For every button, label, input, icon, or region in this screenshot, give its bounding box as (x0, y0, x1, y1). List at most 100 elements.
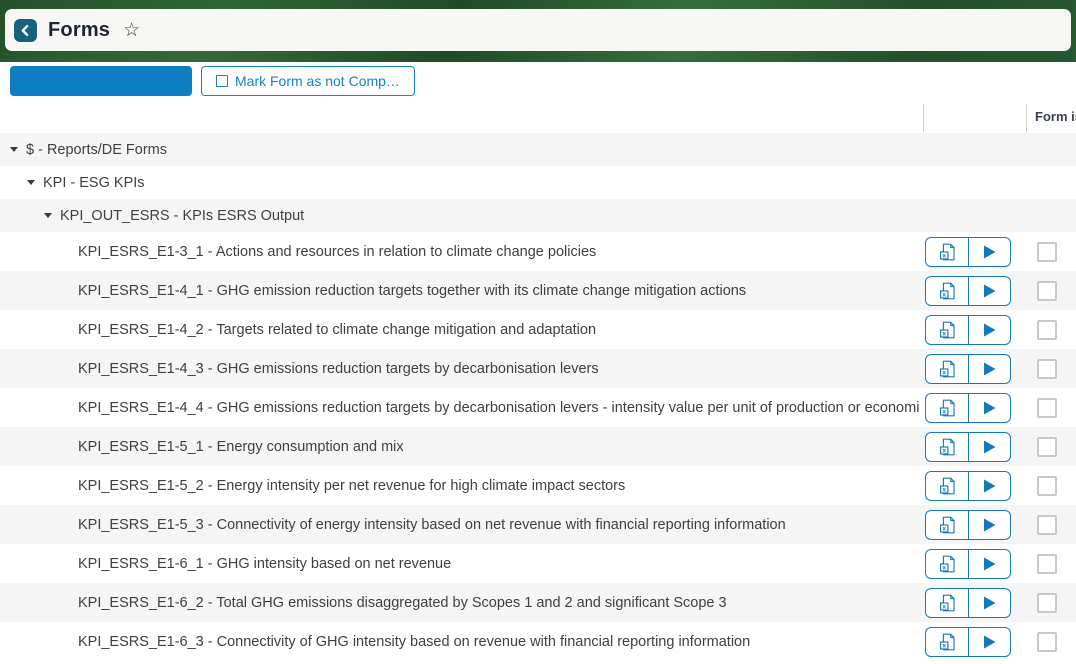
form-row[interactable]: KPI_ESRS_E1-6_1 - GHG intensity based on… (0, 544, 1076, 583)
export-excel-button[interactable]: x (925, 588, 968, 618)
excel-export-icon: x (939, 438, 956, 456)
svg-text:x: x (942, 252, 946, 259)
mark-form-not-complete-label: Mark Form as not Comp… (235, 73, 400, 89)
play-icon (983, 479, 996, 493)
play-icon (983, 284, 996, 298)
form-row[interactable]: KPI_ESRS_E1-5_1 - Energy consumption and… (0, 427, 1076, 466)
form-row[interactable]: KPI_ESRS_E1-6_3 - Connectivity of GHG in… (0, 622, 1076, 661)
tree-group-label: KPI - ESG KPIs (43, 175, 145, 191)
excel-export-icon: x (939, 477, 956, 495)
export-excel-button[interactable]: x (925, 627, 968, 657)
form-label: KPI_ESRS_E1-6_1 - GHG intensity based on… (78, 556, 920, 572)
form-row[interactable]: KPI_ESRS_E1-3_1 - Actions and resources … (0, 232, 1076, 271)
export-excel-button[interactable]: x (925, 237, 968, 267)
form-actions: x (925, 588, 1011, 618)
form-label: KPI_ESRS_E1-4_2 - Targets related to cli… (78, 322, 920, 338)
svg-text:x: x (942, 447, 946, 454)
form-is-complete-checkbox[interactable] (1037, 281, 1057, 301)
export-excel-button[interactable]: x (925, 432, 968, 462)
export-excel-button[interactable]: x (925, 354, 968, 384)
tree-group-row[interactable]: KPI - ESG KPIs (0, 166, 1076, 199)
play-icon (983, 440, 996, 454)
form-row[interactable]: KPI_ESRS_E1-4_2 - Targets related to cli… (0, 310, 1076, 349)
export-excel-button[interactable]: x (925, 549, 968, 579)
run-form-button[interactable] (968, 237, 1011, 267)
form-is-complete-checkbox[interactable] (1037, 515, 1057, 535)
form-label: KPI_ESRS_E1-5_3 - Connectivity of energy… (78, 517, 920, 533)
form-actions: x (925, 432, 1011, 462)
form-label: KPI_ESRS_E1-5_1 - Energy consumption and… (78, 439, 920, 455)
form-is-complete-checkbox[interactable] (1037, 593, 1057, 613)
svg-text:x: x (942, 408, 946, 415)
form-label: KPI_ESRS_E1-4_1 - GHG emission reduction… (78, 283, 920, 299)
form-actions: x (925, 354, 1011, 384)
svg-text:x: x (942, 564, 946, 571)
form-is-complete-checkbox[interactable] (1037, 437, 1057, 457)
form-actions: x (925, 315, 1011, 345)
expand-collapse-triangle-icon[interactable] (44, 213, 52, 218)
run-form-button[interactable] (968, 588, 1011, 618)
form-actions: x (925, 471, 1011, 501)
chevron-left-icon (19, 24, 32, 37)
form-label: KPI_ESRS_E1-4_4 - GHG emissions reductio… (78, 400, 920, 416)
expand-collapse-triangle-icon[interactable] (27, 180, 35, 185)
column-divider (1026, 104, 1027, 132)
form-is-complete-checkbox[interactable] (1037, 359, 1057, 379)
form-row[interactable]: KPI_ESRS_E1-4_4 - GHG emissions reductio… (0, 388, 1076, 427)
excel-export-icon: x (939, 633, 956, 651)
run-form-button[interactable] (968, 549, 1011, 579)
excel-export-icon: x (939, 399, 956, 417)
column-divider (923, 104, 924, 132)
export-excel-button[interactable]: x (925, 276, 968, 306)
run-form-button[interactable] (968, 354, 1011, 384)
toolbar: Mark Form as not Comp… (0, 62, 1076, 95)
back-button[interactable] (14, 19, 37, 42)
play-icon (983, 245, 996, 259)
tree-group-row[interactable]: $ - Reports/DE Forms (0, 133, 1076, 166)
form-is-complete-checkbox[interactable] (1037, 632, 1057, 652)
form-is-complete-checkbox[interactable] (1037, 320, 1057, 340)
form-row[interactable]: KPI_ESRS_E1-4_3 - GHG emissions reductio… (0, 349, 1076, 388)
favorite-star-icon[interactable]: ☆ (123, 21, 140, 40)
excel-export-icon: x (939, 516, 956, 534)
form-is-column-header: Form is (1035, 109, 1076, 124)
play-icon (983, 518, 996, 532)
content-panel: Mark Form as not Comp… Form is $ - Repor… (0, 62, 1076, 664)
run-form-button[interactable] (968, 276, 1011, 306)
expand-collapse-triangle-icon[interactable] (10, 147, 18, 152)
play-icon (983, 557, 996, 571)
svg-text:x: x (942, 525, 946, 532)
export-excel-button[interactable]: x (925, 510, 968, 540)
form-label: KPI_ESRS_E1-3_1 - Actions and resources … (78, 244, 920, 260)
forms-tree-table: $ - Reports/DE Forms KPI - ESG KPIs KPI_OU… (0, 133, 1076, 661)
table-header: Form is (0, 95, 1076, 133)
run-form-button[interactable] (968, 471, 1011, 501)
export-excel-button[interactable]: x (925, 315, 968, 345)
form-row[interactable]: KPI_ESRS_E1-6_2 - Total GHG emissions di… (0, 583, 1076, 622)
run-form-button[interactable] (968, 393, 1011, 423)
form-actions: x (925, 237, 1011, 267)
excel-export-icon: x (939, 594, 956, 612)
form-label: KPI_ESRS_E1-6_2 - Total GHG emissions di… (78, 595, 920, 611)
form-actions: x (925, 393, 1011, 423)
form-label: KPI_ESRS_E1-5_2 - Energy intensity per n… (78, 478, 920, 494)
run-form-button[interactable] (968, 627, 1011, 657)
form-row[interactable]: KPI_ESRS_E1-5_2 - Energy intensity per n… (0, 466, 1076, 505)
export-excel-button[interactable]: x (925, 393, 968, 423)
run-form-button[interactable] (968, 315, 1011, 345)
mark-form-not-complete-button[interactable]: Mark Form as not Comp… (201, 66, 415, 96)
form-row[interactable]: KPI_ESRS_E1-5_3 - Connectivity of energy… (0, 505, 1076, 544)
play-icon (983, 401, 996, 415)
form-is-complete-checkbox[interactable] (1037, 242, 1057, 262)
run-form-button[interactable] (968, 432, 1011, 462)
app-header: Forms ☆ (5, 9, 1071, 51)
run-form-button[interactable] (968, 510, 1011, 540)
export-excel-button[interactable]: x (925, 471, 968, 501)
primary-action-button[interactable] (10, 66, 192, 96)
svg-text:x: x (942, 369, 946, 376)
tree-group-row[interactable]: KPI_OUT_ESRS - KPIs ESRS Output (0, 199, 1076, 232)
form-row[interactable]: KPI_ESRS_E1-4_1 - GHG emission reduction… (0, 271, 1076, 310)
form-is-complete-checkbox[interactable] (1037, 398, 1057, 418)
form-is-complete-checkbox[interactable] (1037, 476, 1057, 496)
form-is-complete-checkbox[interactable] (1037, 554, 1057, 574)
